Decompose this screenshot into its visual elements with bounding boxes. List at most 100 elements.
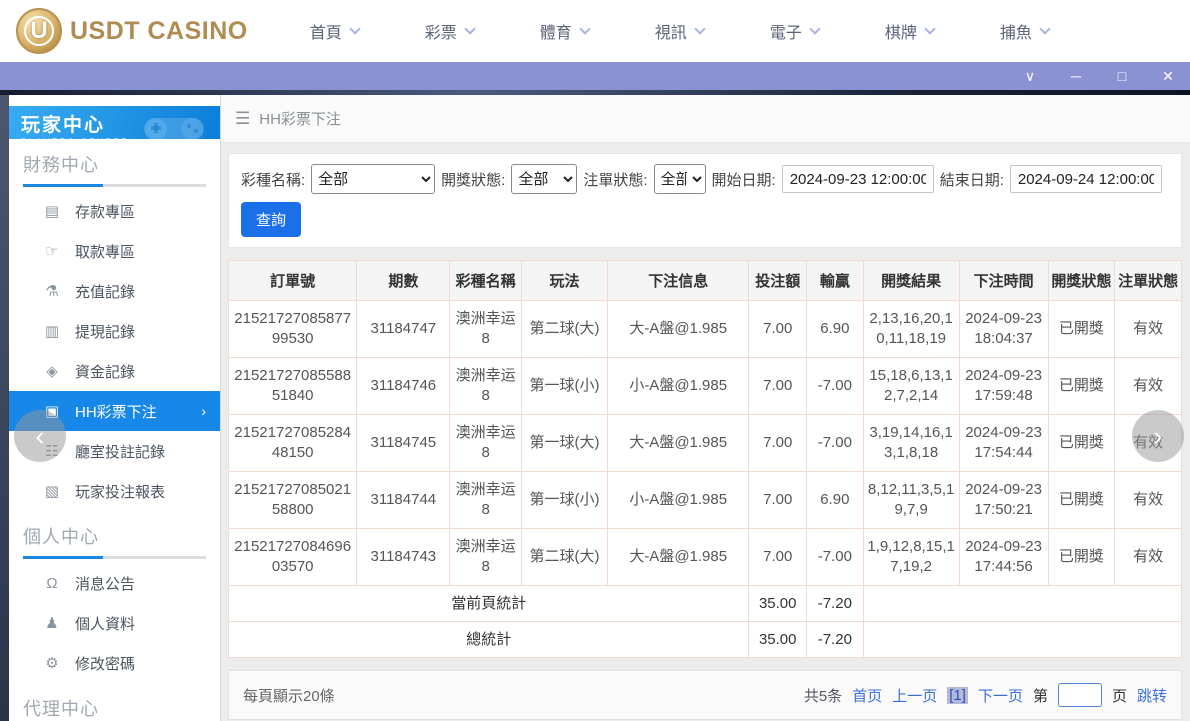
cell-bet-amount: 7.00 [749,529,807,586]
cell-draw-result: 8,12,11,3,5,19,7,9 [863,472,959,529]
summary-empty [863,622,1181,658]
column-header: 玩法 [522,261,608,301]
sidebar-item-label: 存款專區 [75,201,135,222]
cell-lottery-name: 澳洲幸运8 [450,358,522,415]
cell-order-status: 有效 [1115,301,1182,358]
sidebar-item[interactable]: ▤ 存款專區 › [9,191,220,231]
nav-item[interactable]: 電子 [770,19,819,43]
sidebar-item[interactable]: ▧ 玩家投注報表 › [9,471,220,511]
nav-item[interactable]: 彩票 [425,19,474,43]
section-title: 個人中心 [23,523,206,549]
cell-period: 31184744 [357,472,450,529]
chevron-down-icon [579,23,590,34]
logo-u-letter: U [24,16,54,46]
cell-order-status: 有效 [1115,358,1182,415]
minimize-icon[interactable]: ─ [1068,69,1084,83]
gear-icon: ⚙ [43,654,61,672]
sidebar-item[interactable]: ♟ 個人資料 [9,603,220,643]
sidebar-item[interactable]: ▥ 提現記錄 › [9,311,220,351]
cell-bet-amount: 7.00 [749,472,807,529]
collapse-left-button[interactable]: ‹ [14,410,66,462]
table-row[interactable]: 2152172708528448150 31184745 澳洲幸运8 第一球(大… [229,415,1182,472]
nav-item-label: 首頁 [310,19,342,43]
cell-lottery-name: 澳洲幸运8 [450,301,522,358]
page-title: HH彩票下注 [259,108,341,129]
jump-button[interactable]: 跳转 [1137,685,1167,706]
body-row: 玩家中心 PLAYERS CENTER 財務中心 [0,95,1190,721]
sidebar-item[interactable]: Ω 消息公告 [9,563,220,603]
next-page-link[interactable]: 下一页 [978,685,1023,706]
section-personal: 個人中心 [9,511,220,559]
maximize-icon[interactable]: □ [1114,69,1130,83]
cell-draw-result: 2,13,16,20,10,11,18,19 [863,301,959,358]
summary-label: 當前頁統計 [229,586,749,622]
hamburger-menu-icon[interactable]: ☰ [235,109,250,129]
cell-bet-time: 2024-09-23 18:04:37 [959,301,1048,358]
purse-icon: ◈ [43,362,61,380]
nav-item[interactable]: 視訊 [655,19,704,43]
nav-item[interactable]: 體育 [540,19,589,43]
order-status-select[interactable]: 全部 [654,164,706,194]
site-logo[interactable]: U USDT CASINO [0,8,248,54]
column-header: 下注時間 [959,261,1048,301]
cell-order-no: 2152172708502158800 [229,472,357,529]
sidebar-item-label: 資金記錄 [75,361,135,382]
draw-status-select[interactable]: 全部 [511,164,577,194]
prev-page-link[interactable]: 上一页 [892,685,937,706]
sidebar-item-label: 充值記錄 [75,281,135,302]
sidebar-item[interactable]: ⚙ 修改密碼 [9,643,220,683]
main-panel: ☰ HH彩票下注 彩種名稱: 全部 開獎狀態: 全部 注單狀態: 全部 開始日期… [220,95,1190,721]
nav-item[interactable]: 捕魚 [1000,19,1049,43]
sidebar-item-label: 消息公告 [75,573,135,594]
sidebar: 玩家中心 PLAYERS CENTER 財務中心 [9,95,220,721]
bell-icon: Ω [43,575,61,592]
section-title: 代理中心 [23,695,206,721]
lottery-name-select[interactable]: 全部 [311,164,435,194]
cell-bet-amount: 7.00 [749,301,807,358]
person-icon: ♟ [43,614,61,632]
table-row[interactable]: 2152172708502158800 31184744 澳洲幸运8 第一球(小… [229,472,1182,529]
page-jump-input[interactable] [1058,683,1102,707]
cell-win-loss: 6.90 [807,301,864,358]
cell-period: 31184746 [357,358,450,415]
withdraw-hand-icon: ☞ [43,242,61,260]
window-titlebar: ∨ ─ □ ✕ [0,62,1190,90]
sidebar-item[interactable]: ⚗ 充值記錄 › [9,271,220,311]
chevron-down-icon [694,23,705,34]
nav-item[interactable]: 棋牌 [885,19,934,43]
collapse-right-button[interactable]: › [1132,410,1184,462]
start-date-input[interactable] [782,165,934,193]
cell-play-type: 第二球(大) [522,301,608,358]
report-chart-icon: ▧ [43,482,61,500]
search-button[interactable]: 查詢 [241,202,301,237]
table-row[interactable]: 2152172708469603570 31184743 澳洲幸运8 第二球(大… [229,529,1182,586]
main-nav: 首頁 彩票 體育 視訊 電子 棋牌 捕魚 [310,19,1049,43]
cell-lottery-name: 澳洲幸运8 [450,472,522,529]
summary-empty [863,586,1181,622]
pagination-bar: 每頁顯示20條 共5条 首页 上一页 [1] 下一页 第 页 跳转 [228,670,1182,720]
sidebar-item[interactable]: ☞ 取款專區 › [9,231,220,271]
end-date-input[interactable] [1010,165,1162,193]
jump-suffix: 页 [1112,685,1127,706]
filter-row: 彩種名稱: 全部 開獎狀態: 全部 注單狀態: 全部 開始日期: 結束日期: [241,164,1169,194]
first-page-link[interactable]: 首页 [852,685,882,706]
column-header: 投注額 [749,261,807,301]
nav-item[interactable]: 首頁 [310,19,359,43]
total-count: 共5条 [804,685,842,706]
money-bag-icon: ⚗ [43,282,61,300]
cell-order-status: 有效 [1115,472,1182,529]
chevron-down-icon [349,23,360,34]
table-row[interactable]: 2152172708558851840 31184746 澳洲幸运8 第一球(小… [229,358,1182,415]
cell-win-loss: -7.00 [807,529,864,586]
sidebar-item[interactable]: ◈ 資金記錄 › [9,351,220,391]
cell-draw-status: 已開獎 [1048,301,1115,358]
cell-lottery-name: 澳洲幸运8 [450,415,522,472]
chevron-down-icon[interactable]: ∨ [1022,69,1038,83]
table-row[interactable]: 2152172708587799530 31184747 澳洲幸运8 第二球(大… [229,301,1182,358]
column-header: 訂單號 [229,261,357,301]
nav-item-label: 彩票 [425,19,457,43]
breadcrumb: ☰ HH彩票下注 [221,95,1190,143]
close-icon[interactable]: ✕ [1160,69,1176,83]
chevron-down-icon [1039,23,1050,34]
cell-draw-result: 3,19,14,16,13,1,8,18 [863,415,959,472]
